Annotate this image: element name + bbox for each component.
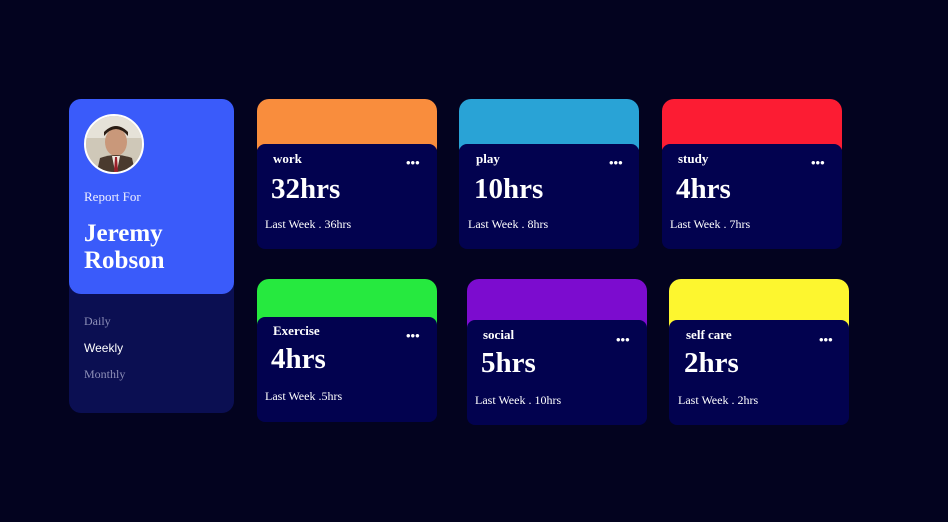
ellipsis-icon[interactable]: ••• bbox=[609, 156, 623, 169]
card-last-week: Last Week . 7hrs bbox=[670, 217, 751, 231]
ellipsis-icon[interactable]: ••• bbox=[616, 333, 630, 346]
profile-header: Report For Jeremy Robson bbox=[69, 99, 234, 294]
avatar-image bbox=[86, 116, 142, 172]
user-name: Jeremy Robson bbox=[84, 220, 165, 274]
card-hours: 4hrs bbox=[676, 173, 731, 205]
activity-card-self-care: self care ••• 2hrs Last Week . 2hrs bbox=[669, 279, 849, 425]
card-hours: 5hrs bbox=[481, 347, 536, 379]
card-last-week: Last Week . 8hrs bbox=[468, 217, 549, 231]
ellipsis-icon[interactable]: ••• bbox=[406, 156, 420, 169]
activity-card-exercise: Exercise ••• 4hrs Last Week .5hrs bbox=[257, 279, 437, 422]
period-monthly[interactable]: Monthly bbox=[84, 367, 125, 382]
period-weekly[interactable]: Weekly bbox=[84, 341, 123, 355]
card-hours: 2hrs bbox=[684, 347, 739, 379]
card-title: Exercise bbox=[273, 323, 320, 338]
card-title: study bbox=[678, 151, 709, 166]
card-hours: 32hrs bbox=[271, 173, 341, 205]
card-title: play bbox=[476, 151, 500, 166]
card-last-week: Last Week . 2hrs bbox=[678, 393, 759, 407]
activity-card-work: work ••• 32hrs Last Week . 36hrs bbox=[257, 99, 437, 249]
activity-card-social: social ••• 5hrs Last Week . 10hrs bbox=[467, 279, 647, 425]
card-hours: 10hrs bbox=[474, 173, 544, 205]
card-last-week: Last Week . 10hrs bbox=[475, 393, 562, 407]
ellipsis-icon[interactable]: ••• bbox=[819, 333, 833, 346]
card-body: self care ••• 2hrs Last Week . 2hrs bbox=[669, 320, 849, 425]
card-body: social ••• 5hrs Last Week . 10hrs bbox=[467, 320, 647, 425]
activity-card-study: study ••• 4hrs Last Week . 7hrs bbox=[662, 99, 842, 249]
period-daily[interactable]: Daily bbox=[84, 314, 111, 329]
report-for-label: Report For bbox=[84, 189, 141, 204]
profile-card: Report For Jeremy Robson Daily Weekly Mo… bbox=[69, 99, 234, 413]
card-last-week: Last Week .5hrs bbox=[265, 389, 343, 403]
ellipsis-icon[interactable]: ••• bbox=[811, 156, 825, 169]
card-title: social bbox=[483, 327, 515, 342]
card-last-week: Last Week . 36hrs bbox=[265, 217, 352, 231]
card-body: Exercise ••• 4hrs Last Week .5hrs bbox=[257, 317, 437, 422]
card-title: self care bbox=[686, 327, 732, 342]
card-body: play ••• 10hrs Last Week . 8hrs bbox=[459, 144, 639, 249]
card-hours: 4hrs bbox=[271, 343, 326, 375]
card-body: work ••• 32hrs Last Week . 36hrs bbox=[257, 144, 437, 249]
card-title: work bbox=[273, 151, 302, 166]
activity-card-play: play ••• 10hrs Last Week . 8hrs bbox=[459, 99, 639, 249]
ellipsis-icon[interactable]: ••• bbox=[406, 329, 420, 342]
card-body: study ••• 4hrs Last Week . 7hrs bbox=[662, 144, 842, 249]
avatar bbox=[84, 114, 144, 174]
